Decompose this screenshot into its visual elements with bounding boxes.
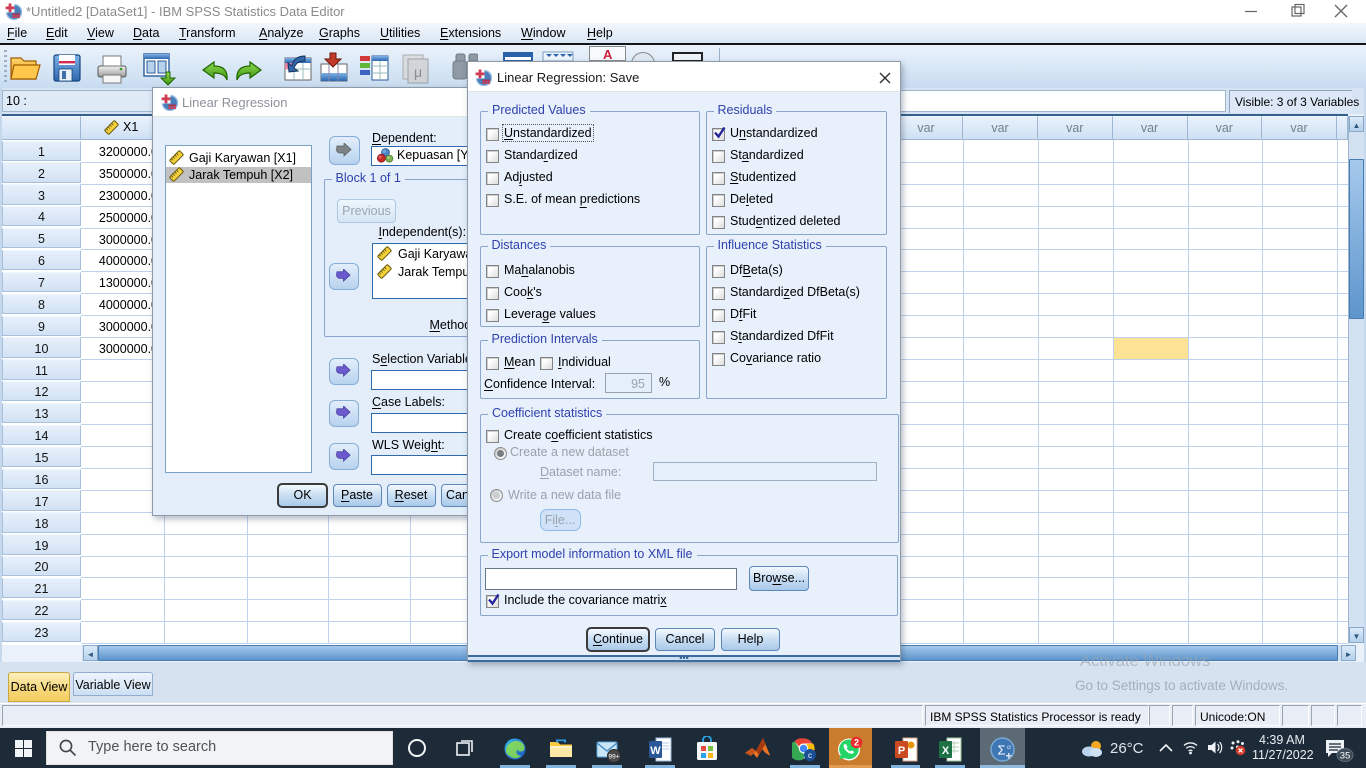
svg-text:μ: μ <box>414 64 422 80</box>
svg-text:W: W <box>650 745 661 757</box>
svg-text:X: X <box>942 745 950 757</box>
svg-text:α: α <box>1007 744 1011 751</box>
svg-text:2: 2 <box>854 738 859 748</box>
svg-text:P: P <box>898 745 905 757</box>
svg-text:c: c <box>808 751 812 760</box>
svg-text:99+: 99+ <box>608 754 619 761</box>
svg-text:35: 35 <box>1340 751 1351 762</box>
svg-text:Σ: Σ <box>997 743 1005 758</box>
